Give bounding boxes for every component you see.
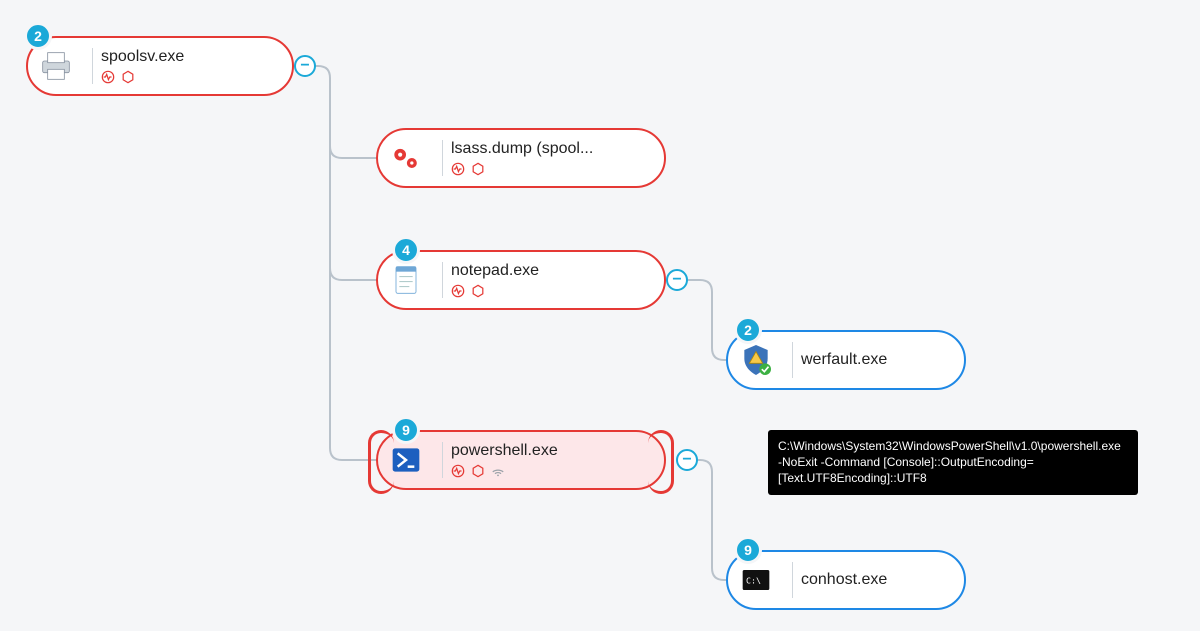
node-conhost[interactable]: C:\ conhost.exe <box>726 550 966 610</box>
node-label: conhost.exe <box>801 571 887 589</box>
node-label: powershell.exe <box>451 442 558 460</box>
indicator-row <box>451 464 558 478</box>
highlight-arc-right-icon <box>648 430 674 494</box>
command-tooltip: C:\Windows\System32\WindowsPowerShell\v1… <box>768 430 1138 495</box>
notepad-icon <box>384 258 428 302</box>
gears-icon <box>384 136 428 180</box>
node-divider <box>792 342 793 378</box>
highlight-arc-left-icon <box>368 430 394 494</box>
pulse-icon <box>451 464 465 478</box>
collapse-toggle-spoolsv[interactable]: − <box>294 55 316 77</box>
hex-icon <box>121 70 135 84</box>
badge-conhost: 9 <box>734 536 762 564</box>
hex-icon <box>471 464 485 478</box>
badge-werfault: 2 <box>734 316 762 344</box>
svg-text:C:\: C:\ <box>746 575 761 585</box>
badge-powershell: 9 <box>392 416 420 444</box>
terminal-icon: C:\ <box>734 558 778 602</box>
process-tree: spoolsv.exe 2 − lsass.dump (spool... <box>0 0 1200 631</box>
pulse-icon <box>451 284 465 298</box>
indicator-row <box>451 284 539 298</box>
node-divider <box>442 262 443 298</box>
node-label: lsass.dump (spool... <box>451 140 593 158</box>
node-divider <box>92 48 93 84</box>
printer-icon <box>34 44 78 88</box>
wifi-icon <box>491 464 505 478</box>
node-notepad[interactable]: notepad.exe <box>376 250 666 310</box>
badge-notepad: 4 <box>392 236 420 264</box>
pulse-icon <box>101 70 115 84</box>
pulse-icon <box>451 162 465 176</box>
hex-icon <box>471 284 485 298</box>
badge-spoolsv: 2 <box>24 22 52 50</box>
node-divider <box>792 562 793 598</box>
node-label: spoolsv.exe <box>101 48 184 66</box>
node-powershell[interactable]: powershell.exe <box>376 430 666 490</box>
collapse-toggle-notepad[interactable]: − <box>666 269 688 291</box>
node-werfault[interactable]: werfault.exe <box>726 330 966 390</box>
node-divider <box>442 140 443 176</box>
node-label: notepad.exe <box>451 262 539 280</box>
node-spoolsv[interactable]: spoolsv.exe <box>26 36 294 96</box>
hex-icon <box>471 162 485 176</box>
indicator-row <box>101 70 184 84</box>
node-label: werfault.exe <box>801 351 887 369</box>
node-lsass[interactable]: lsass.dump (spool... <box>376 128 666 188</box>
indicator-row <box>451 162 593 176</box>
shield-warn-icon <box>734 338 778 382</box>
collapse-toggle-powershell[interactable]: − <box>676 449 698 471</box>
node-divider <box>442 442 443 478</box>
